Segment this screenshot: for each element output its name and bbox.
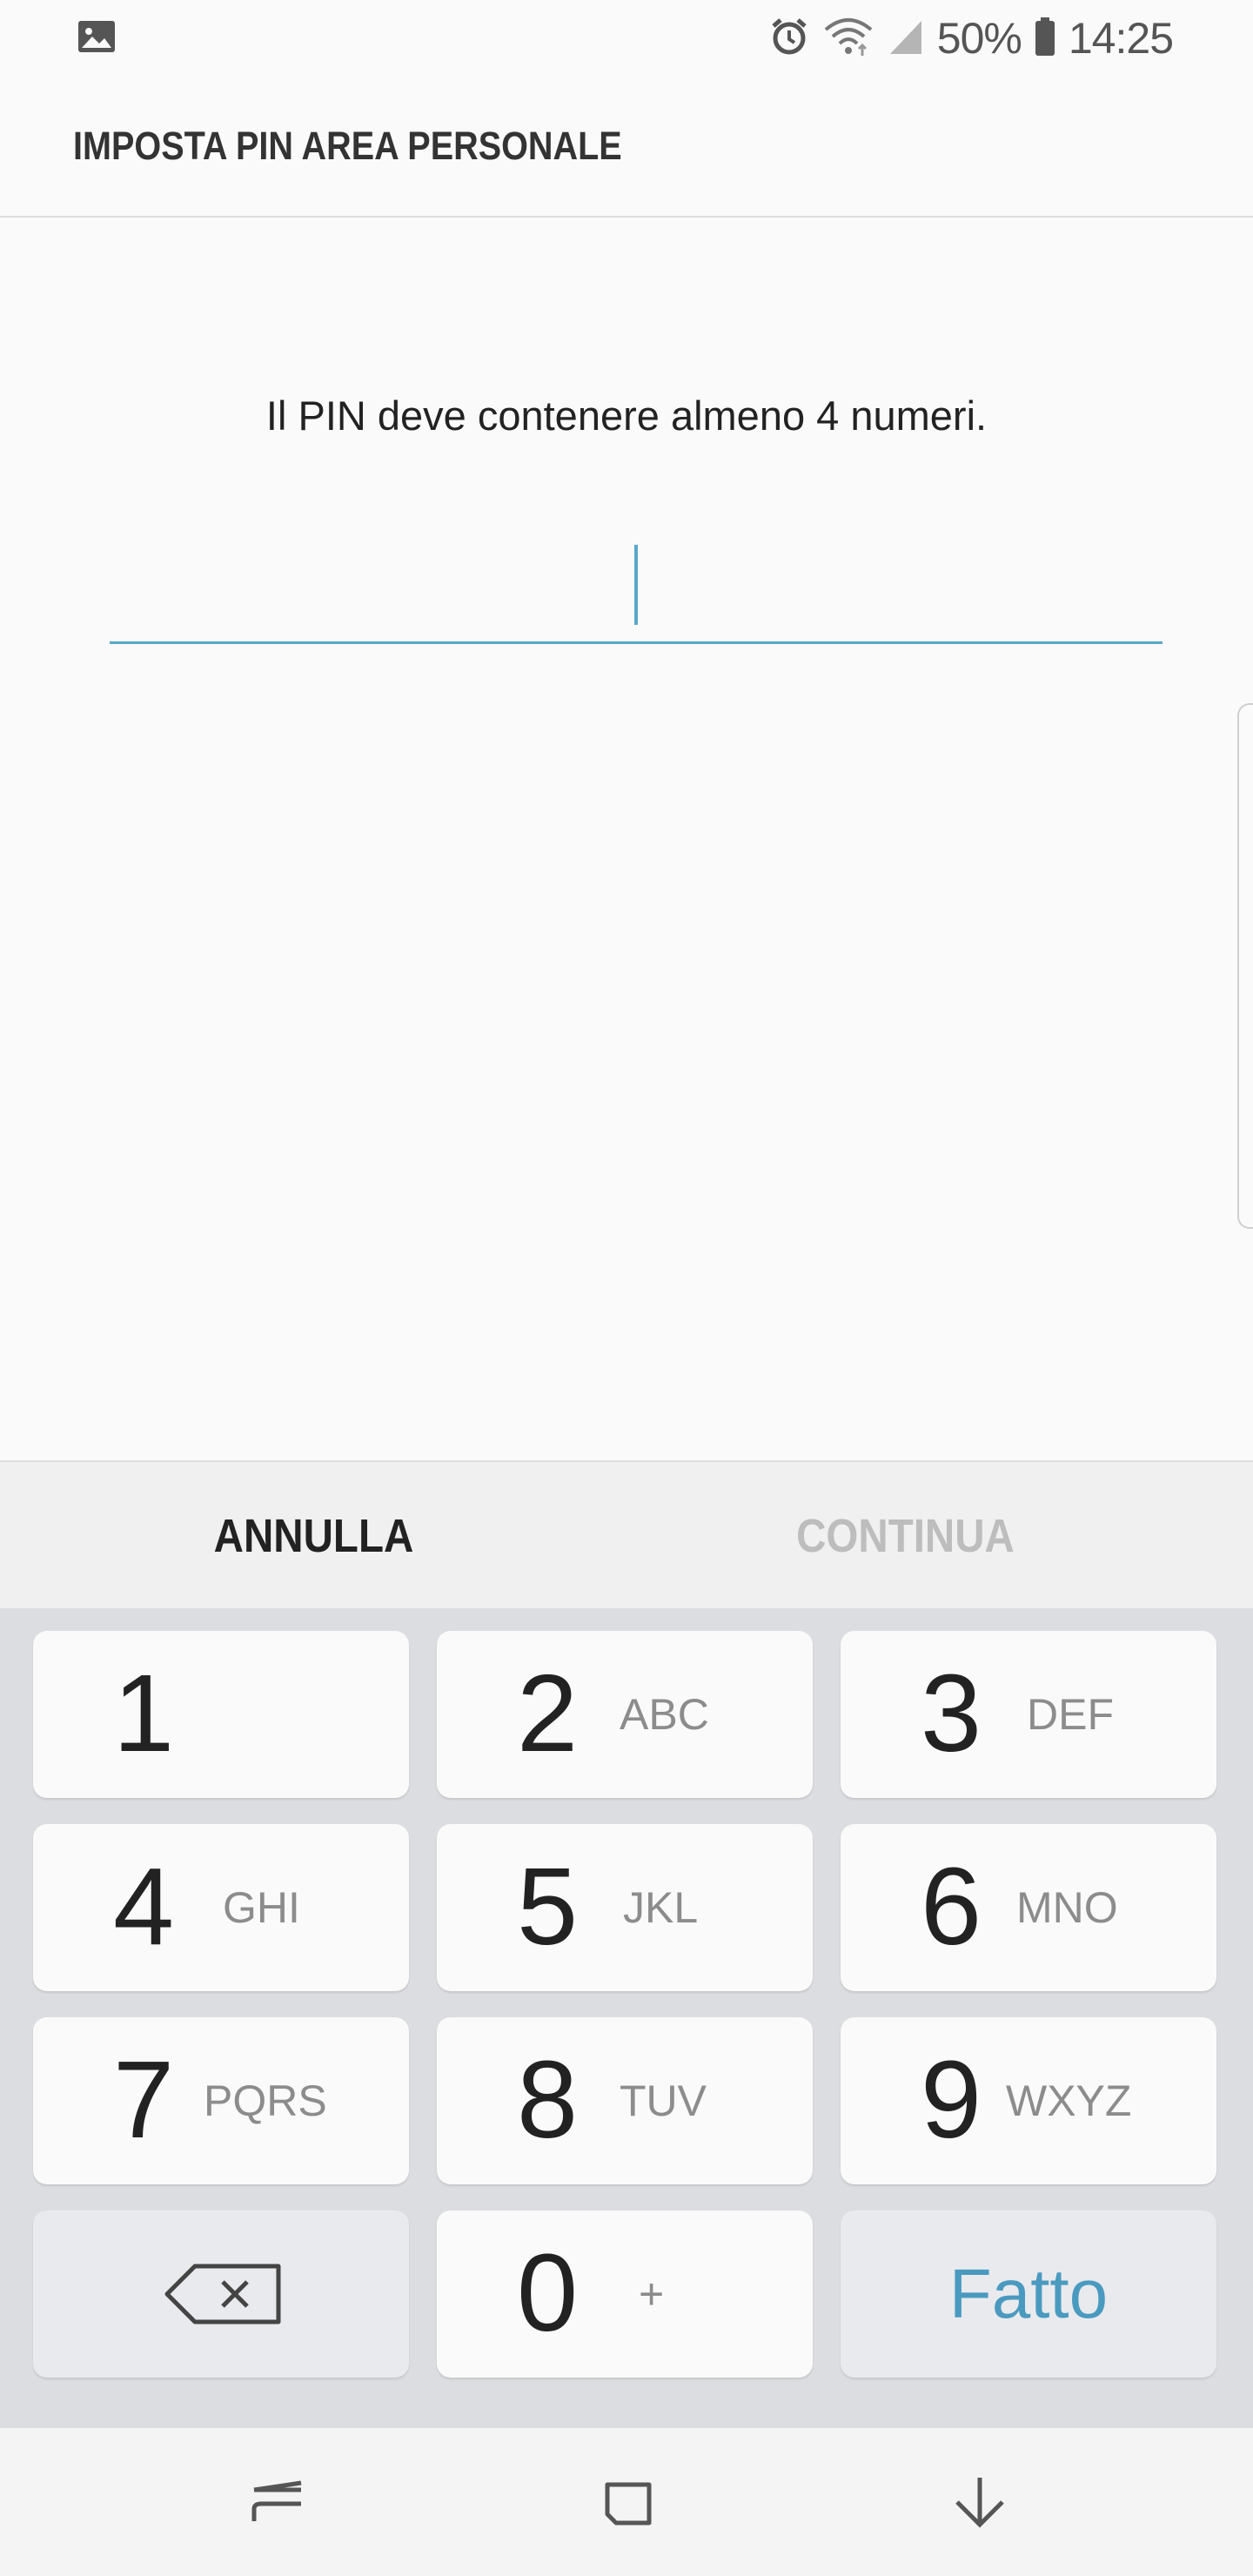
wifi-icon (822, 16, 874, 62)
edge-panel-handle[interactable] (1237, 703, 1253, 1229)
continue-button[interactable]: CONTINUA (592, 1462, 1218, 1610)
text-cursor (634, 545, 638, 625)
key-digit: 8 (517, 2038, 579, 2161)
key-digit: 6 (921, 1845, 982, 1968)
key-letters: GHI (223, 1883, 300, 1932)
key-digit: 7 (113, 2038, 175, 2161)
key-digit: 2 (517, 1652, 579, 1774)
key-2[interactable]: 2 ABC (437, 1631, 813, 1798)
key-digit: 9 (921, 2038, 982, 2161)
key-letters: DEF (1027, 1690, 1114, 1739)
key-letters: TUV (620, 2076, 707, 2125)
home-icon[interactable] (593, 2467, 663, 2537)
alarm-icon (768, 16, 810, 62)
key-7[interactable]: 7 PQRS (33, 2017, 409, 2184)
screen: 50% 14:25 IMPOSTA PIN AREA PERSONALE Il … (0, 0, 1253, 2576)
battery-percent: 50% (936, 14, 1022, 63)
key-digit: 5 (517, 1845, 579, 1968)
pin-hint: Il PIN deve contenere almeno 4 numeri. (265, 392, 988, 439)
done-label: Fatto (948, 2255, 1109, 2332)
status-bar: 50% 14:25 (0, 0, 1253, 77)
cancel-button[interactable]: ANNULLA (0, 1462, 626, 1610)
key-letters: + (639, 2270, 665, 2318)
continue-label: CONTINUA (795, 1510, 1015, 1562)
recent-apps-icon[interactable] (244, 2467, 313, 2537)
key-9[interactable]: 9 WXYZ (841, 2017, 1216, 2184)
clock: 14:25 (1068, 14, 1174, 63)
navigation-bar (0, 2428, 1253, 2576)
signal-icon (887, 16, 925, 62)
key-digit: 3 (921, 1652, 982, 1774)
battery-icon (1034, 16, 1056, 62)
cancel-label: ANNULLA (213, 1510, 413, 1562)
status-icons: 50% 14:25 (768, 9, 1174, 68)
numeric-keypad: 1 2 ABC 3 DEF 4 GHI 5 JKL 6 MNO 7 PQRS 8… (0, 1608, 1253, 2428)
backspace-icon (164, 2263, 285, 2325)
key-letters: MNO (1016, 1883, 1118, 1932)
key-letters: PQRS (204, 2076, 327, 2125)
key-letters: JKL (623, 1883, 699, 1932)
pin-input[interactable] (110, 522, 1163, 644)
key-letters: WXYZ (1006, 2076, 1132, 2125)
key-6[interactable]: 6 MNO (841, 1824, 1216, 1991)
back-icon[interactable] (945, 2467, 1015, 2537)
key-4[interactable]: 4 GHI (33, 1824, 409, 1991)
key-digit: 1 (113, 1652, 175, 1774)
key-0[interactable]: 0 + (437, 2210, 813, 2378)
page-title: IMPOSTA PIN AREA PERSONALE (73, 124, 622, 168)
key-8[interactable]: 8 TUV (437, 2017, 813, 2184)
key-digit: 0 (517, 2231, 579, 2354)
key-3[interactable]: 3 DEF (841, 1631, 1216, 1798)
backspace-key[interactable] (33, 2210, 409, 2378)
done-key[interactable]: Fatto (841, 2210, 1216, 2378)
key-digit: 4 (113, 1845, 175, 1968)
key-1[interactable]: 1 (33, 1631, 409, 1798)
image-icon (77, 19, 117, 54)
title-bar: IMPOSTA PIN AREA PERSONALE (0, 77, 1253, 218)
action-row: ANNULLA CONTINUA (0, 1460, 1253, 1608)
key-5[interactable]: 5 JKL (437, 1824, 813, 1991)
key-letters: ABC (620, 1690, 709, 1739)
